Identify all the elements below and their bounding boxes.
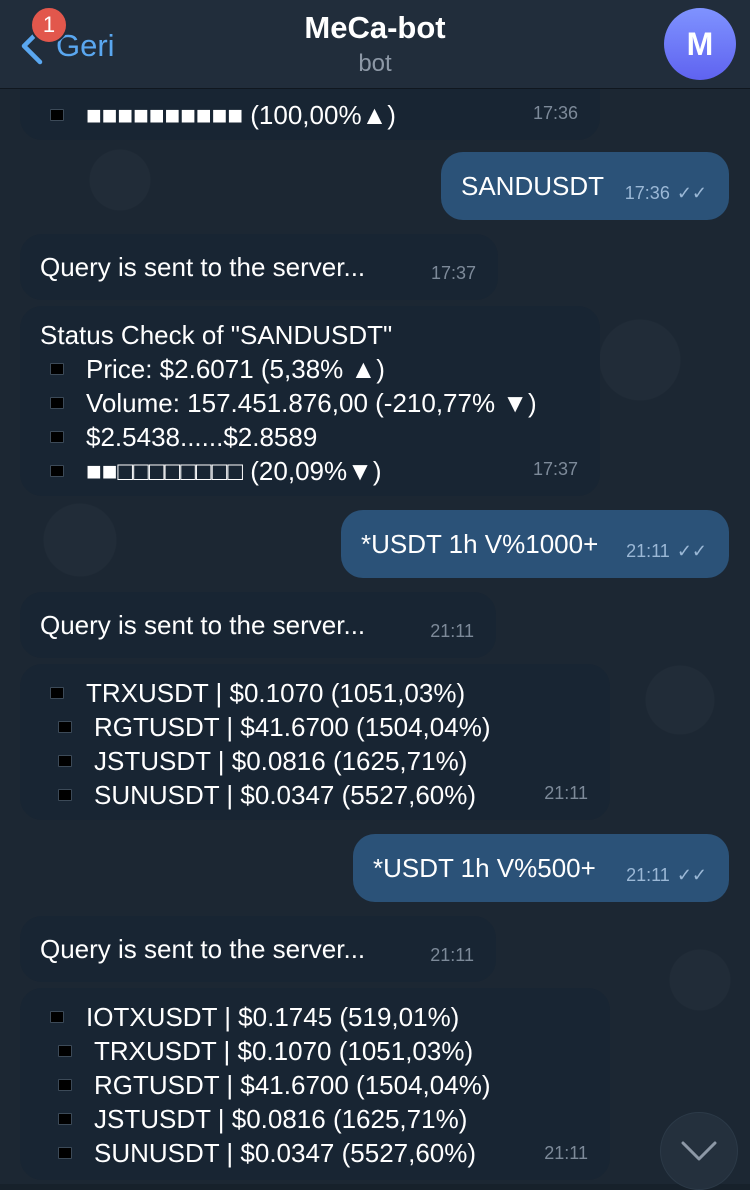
black-square-icon xyxy=(50,687,64,699)
message-line: ■■□□□□□□□□ (20,09%▼) xyxy=(50,454,382,488)
message-text: Query is sent to the server... xyxy=(40,252,366,282)
outgoing-message-bubble[interactable]: *USDT 1h V%500+ 21:11 ✓✓ xyxy=(353,834,729,902)
message-text: Query is sent to the server... xyxy=(40,934,366,964)
message-text: *USDT 1h V%500+ xyxy=(373,853,596,883)
message-time: 17:36 xyxy=(532,103,578,123)
list-item: SUNUSDT | $0.0347 (5527,60%) xyxy=(58,778,476,812)
list-item: RGTUSDT | $41.6700 (1504,04%) xyxy=(58,710,490,744)
message-line: Volume: 157.451.876,00 (-210,77% ▼) xyxy=(50,386,537,420)
double-check-icon: ✓✓ xyxy=(671,541,707,561)
list-item: JSTUSDT | $0.0816 (1625,71%) xyxy=(58,744,467,778)
black-square-icon xyxy=(50,1011,64,1023)
chat-header: Geri 1 MeCa-bot bot M xyxy=(0,0,750,89)
message-line: $2.5438......$2.8589 xyxy=(50,420,317,454)
black-square-icon xyxy=(50,465,64,477)
black-square-icon xyxy=(58,755,72,767)
message-text: SANDUSDT xyxy=(461,171,605,201)
message-time: 21:11 xyxy=(544,1143,588,1163)
list-item: RGTUSDT | $41.6700 (1504,04%) xyxy=(58,1068,490,1102)
list-item: TRXUSDT | $0.1070 (1051,03%) xyxy=(50,676,465,710)
message-time: 17:36 ✓✓ xyxy=(624,183,707,203)
message-text: *USDT 1h V%1000+ xyxy=(361,529,599,559)
black-square-icon xyxy=(58,789,72,801)
chat-title-area[interactable]: MeCa-bot bot xyxy=(200,10,550,78)
list-item: JSTUSDT | $0.0816 (1625,71%) xyxy=(58,1102,467,1136)
black-square-icon xyxy=(58,1113,72,1125)
incoming-message-bubble[interactable]: IOTXUSDT | $0.1745 (519,01%) TRXUSDT | $… xyxy=(20,988,610,1180)
double-check-icon: ✓✓ xyxy=(671,183,707,203)
outgoing-message-bubble[interactable]: SANDUSDT 17:36 ✓✓ xyxy=(441,152,729,220)
incoming-message-bubble[interactable]: Query is sent to the server... 21:11 xyxy=(20,916,496,982)
message-time: 17:37 xyxy=(430,263,476,283)
status-title: Status Check of "SANDUSDT" xyxy=(40,320,393,350)
message-time: 21:11 xyxy=(430,621,474,641)
progress-bar-text: ■■■■■■■■■■ (100,00%▲) xyxy=(86,100,396,130)
double-check-icon: ✓✓ xyxy=(671,865,707,885)
incoming-message-bubble[interactable]: Query is sent to the server... 17:37 xyxy=(20,234,498,300)
black-square-icon xyxy=(58,1079,72,1091)
list-item: IOTXUSDT | $0.1745 (519,01%) xyxy=(50,1000,459,1034)
incoming-message-bubble[interactable]: TRXUSDT | $0.1070 (1051,03%) RGTUSDT | $… xyxy=(20,664,610,820)
avatar[interactable]: M xyxy=(664,8,736,80)
message-time: 21:11 xyxy=(430,945,474,965)
chat-title: MeCa-bot xyxy=(304,10,446,45)
list-item: TRXUSDT | $0.1070 (1051,03%) xyxy=(58,1034,473,1068)
scroll-down-button[interactable] xyxy=(660,1112,738,1190)
black-square-icon xyxy=(58,1045,72,1057)
message-line: Price: $2.6071 (5,38% ▲) xyxy=(50,352,385,386)
list-item: SUNUSDT | $0.0347 (5527,60%) xyxy=(58,1136,476,1170)
black-square-icon xyxy=(50,397,64,409)
message-time: 21:11 ✓✓ xyxy=(626,865,707,885)
message-text: Query is sent to the server... xyxy=(40,610,366,640)
black-square-icon xyxy=(58,1147,72,1159)
black-square-icon xyxy=(58,721,72,733)
black-square-icon xyxy=(50,363,64,375)
black-square-icon xyxy=(50,109,64,121)
outgoing-message-bubble[interactable]: *USDT 1h V%1000+ 21:11 ✓✓ xyxy=(341,510,729,578)
message-time: 21:11 xyxy=(544,783,588,803)
message-time: 21:11 ✓✓ xyxy=(626,541,707,561)
message-line: ■■■■■■■■■■ (100,00%▲) xyxy=(50,98,396,132)
chat-subtitle: bot xyxy=(358,50,392,77)
message-time: 17:37 xyxy=(532,459,578,479)
incoming-message-bubble[interactable]: Query is sent to the server... 21:11 xyxy=(20,592,496,658)
unread-count-badge: 1 xyxy=(30,6,68,44)
black-square-icon xyxy=(50,431,64,443)
incoming-message-bubble[interactable]: Status Check of "SANDUSDT" Price: $2.607… xyxy=(20,306,600,496)
chevron-down-icon xyxy=(681,1141,717,1161)
